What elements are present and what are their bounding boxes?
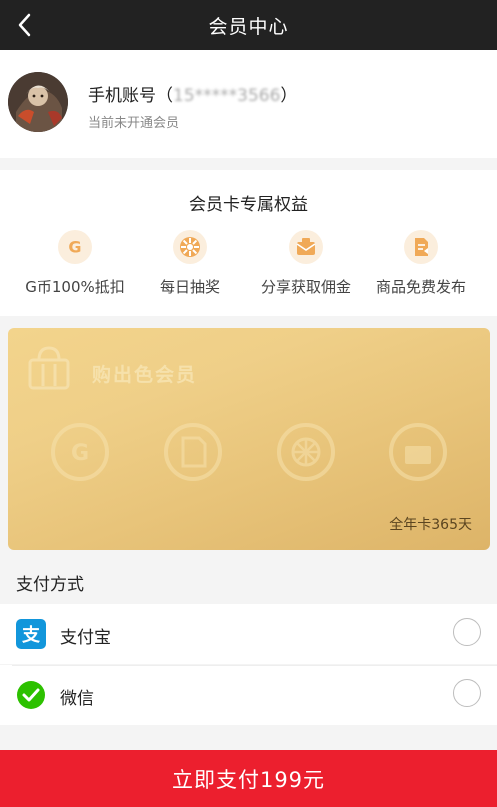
benefit-g-coin[interactable]: G G币100%抵扣: [13, 230, 137, 297]
benefit-daily-lottery[interactable]: 每日抽奖: [128, 230, 252, 297]
back-button[interactable]: [10, 10, 40, 40]
commission-envelope-icon: [389, 423, 447, 481]
payment-option-alipay[interactable]: 支 支付宝: [0, 604, 497, 664]
commission-envelope-icon: [289, 230, 323, 264]
alipay-radio[interactable]: [453, 618, 481, 646]
account-close-paren: ）: [280, 86, 298, 106]
svg-text:支: 支: [21, 624, 41, 646]
user-info-card: 手机账号（15*****3566） 当前未开通会员: [0, 50, 497, 158]
wechat-icon: [17, 681, 45, 709]
g-coin-icon: G: [58, 230, 92, 264]
benefit-free-publish[interactable]: 商品免费发布: [359, 230, 483, 297]
g-coin-icon: G: [51, 423, 109, 481]
alipay-icon: 支: [16, 619, 46, 649]
benefit-share-commission[interactable]: 分享获取佣金: [244, 230, 368, 297]
account-line: 手机账号（15*****3566）: [88, 81, 297, 106]
svg-text:G: G: [68, 238, 81, 257]
shopping-bag-icon: [28, 346, 70, 390]
divider: [12, 665, 497, 666]
account-prefix: 手机账号: [88, 86, 156, 106]
lottery-wheel-icon: [173, 230, 207, 264]
payment-option-wechat[interactable]: 微信: [0, 665, 497, 725]
payment-section-header: 支付方式: [0, 560, 497, 604]
publish-document-icon: [164, 423, 222, 481]
svg-text:G: G: [71, 441, 89, 466]
payment-option-label: 支付宝: [60, 628, 111, 648]
account-open-paren: （: [156, 86, 173, 106]
benefit-label: 每日抽奖: [159, 278, 220, 296]
membership-card[interactable]: 购出色会员 G 全年卡365天: [8, 328, 490, 550]
benefits-section: 会员卡专属权益 G G币100%抵扣 每日抽奖 分享获取佣金 商品免费发布: [0, 170, 497, 316]
top-bar: 会员中心: [0, 0, 497, 50]
chevron-left-icon: [18, 13, 31, 37]
page-title: 会员中心: [208, 15, 289, 38]
benefit-label: G币100%抵扣: [25, 278, 125, 296]
publish-document-icon: [404, 230, 438, 264]
card-title: 购出色会员: [92, 364, 198, 386]
wechat-radio[interactable]: [453, 679, 481, 707]
benefit-label: 分享获取佣金: [260, 278, 351, 296]
benefits-title: 会员卡专属权益: [189, 195, 308, 215]
card-duration: 全年卡365天: [389, 517, 472, 533]
pay-now-button[interactable]: 立即支付199元: [0, 750, 497, 807]
account-number: 15*****3566: [173, 86, 281, 106]
payment-title: 支付方式: [16, 575, 84, 595]
membership-status: 当前未开通会员: [88, 116, 180, 131]
payment-option-label: 微信: [60, 689, 94, 709]
benefit-label: 商品免费发布: [375, 278, 466, 296]
avatar[interactable]: [8, 72, 68, 132]
lottery-wheel-icon: [277, 423, 335, 481]
